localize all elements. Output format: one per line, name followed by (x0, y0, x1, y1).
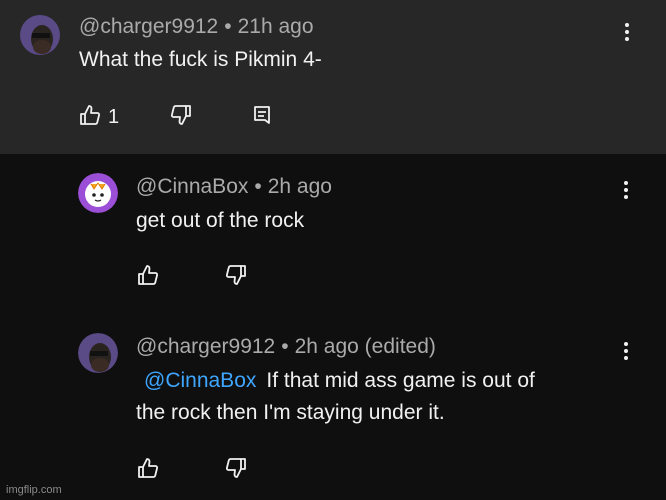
comment-header: @charger9912 • 2h ago (edited) (136, 335, 436, 359)
dislike-button[interactable] (224, 263, 248, 292)
more-vert-icon (623, 341, 629, 366)
comment-author[interactable]: @charger9912 (79, 15, 218, 38)
thumbs-up-icon (78, 103, 102, 132)
thumbs-down-icon (224, 456, 248, 485)
comment-menu-button[interactable] (616, 178, 636, 206)
comment-text: What the fuck is Pikmin 4- (79, 48, 322, 71)
avatar[interactable] (78, 173, 118, 213)
header-separator: • (224, 15, 232, 38)
more-vert-icon (623, 180, 629, 205)
comment-menu-button[interactable] (616, 339, 636, 367)
comment-actions: 1 (78, 103, 273, 132)
watermark: imgflip.com (6, 484, 62, 496)
header-separator: • (254, 175, 262, 198)
dislike-button[interactable] (224, 456, 248, 485)
comment-actions (136, 456, 248, 485)
thumbs-up-icon (136, 263, 160, 292)
comment-actions (136, 263, 248, 292)
like-button[interactable] (136, 263, 160, 292)
comment-header: @charger9912 • 21h ago (79, 15, 314, 39)
comment-text: get out of the rock (136, 209, 305, 232)
like-count: 1 (108, 106, 120, 128)
thumbs-down-icon (169, 103, 193, 132)
comment-text-line: the rock then I'm staying under it. (136, 401, 445, 424)
like-button[interactable]: 1 (78, 103, 119, 132)
comment-thread: @charger9912 • 21h ago What the fuck is Pi… (0, 0, 666, 500)
comment-author[interactable]: @CinnaBox (136, 175, 248, 198)
thumbs-down-icon (224, 263, 248, 292)
comment-reply-icon (251, 104, 273, 131)
comment-author[interactable]: @charger9912 (136, 335, 275, 358)
more-vert-icon (624, 22, 630, 47)
comment-header: @CinnaBox • 2h ago (136, 175, 332, 199)
comment-time[interactable]: 21h ago (238, 15, 314, 38)
thumbs-up-icon (136, 456, 160, 485)
reply-button[interactable] (251, 104, 273, 131)
avatar[interactable] (20, 15, 60, 55)
dislike-button[interactable] (169, 103, 193, 132)
comment-menu-button[interactable] (617, 20, 637, 48)
mention-link[interactable]: @CinnaBox (144, 369, 256, 392)
comment-text-line: @CinnaBox If that mid ass game is out of (136, 365, 535, 397)
comment-text: @CinnaBox If that mid ass game is out of … (136, 365, 535, 429)
like-button[interactable] (136, 456, 160, 485)
comment-time[interactable]: 2h ago (268, 175, 332, 198)
comment-time[interactable]: 2h ago (edited) (295, 335, 436, 358)
header-separator: • (281, 335, 289, 358)
comment-text-segment: If that mid ass game is out of (266, 369, 535, 392)
avatar[interactable] (78, 333, 118, 373)
